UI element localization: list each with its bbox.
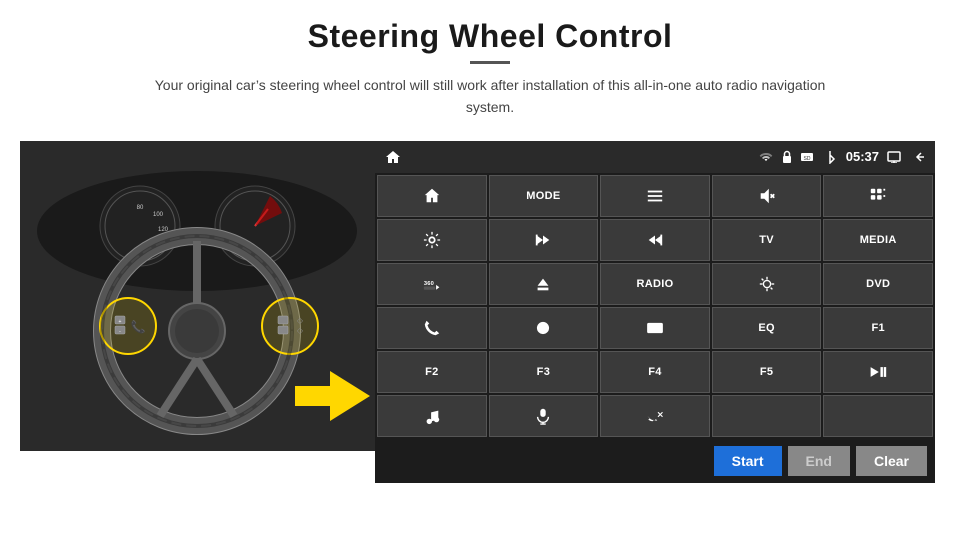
end-button[interactable]: End: [788, 446, 850, 476]
btn-prev[interactable]: [489, 219, 599, 261]
btn-empty1: [712, 395, 822, 437]
btn-tv[interactable]: TV: [712, 219, 822, 261]
btn-mic[interactable]: [489, 395, 599, 437]
back-icon: [911, 150, 925, 164]
btn-360[interactable]: 360: [377, 263, 487, 305]
btn-dvd[interactable]: DVD: [823, 263, 933, 305]
btn-mute[interactable]: [712, 175, 822, 217]
svg-text:80: 80: [137, 205, 144, 211]
svg-text:◇: ◇: [297, 316, 304, 325]
btn-apps[interactable]: [823, 175, 933, 217]
bluetooth-icon: [822, 150, 838, 164]
action-bar: Start End Clear: [375, 439, 935, 483]
svg-text:SD: SD: [803, 156, 810, 162]
btn-call-end[interactable]: [600, 395, 710, 437]
svg-text:◇: ◇: [297, 326, 304, 335]
svg-text:+: +: [119, 319, 122, 325]
status-bar-left: [385, 150, 401, 164]
page-title: Steering Wheel Control: [130, 18, 850, 55]
subtitle-text: Your original car’s steering wheel contr…: [130, 74, 850, 119]
svg-text:360: 360: [424, 281, 434, 287]
btn-mode[interactable]: MODE: [489, 175, 599, 217]
btn-eject[interactable]: [489, 263, 599, 305]
status-bar-right: SD 05:37: [758, 149, 925, 164]
btn-next[interactable]: [600, 219, 710, 261]
svg-text:📞: 📞: [131, 319, 146, 334]
lock-icon: [782, 150, 792, 164]
btn-f2[interactable]: F2: [377, 351, 487, 393]
start-button[interactable]: Start: [714, 446, 782, 476]
btn-swipe[interactable]: [489, 307, 599, 349]
btn-brightness[interactable]: [712, 263, 822, 305]
svg-text:100: 100: [153, 212, 164, 218]
control-panel: SD 05:37: [375, 141, 935, 483]
btn-f1[interactable]: F1: [823, 307, 933, 349]
btn-phone[interactable]: [377, 307, 487, 349]
btn-settings[interactable]: [377, 219, 487, 261]
btn-music[interactable]: [377, 395, 487, 437]
title-divider: [470, 61, 510, 64]
title-section: Steering Wheel Control Your original car…: [130, 18, 850, 119]
status-time: 05:37: [846, 149, 879, 164]
button-grid: MODE: [375, 173, 935, 439]
btn-empty2: [823, 395, 933, 437]
wheel-image: 80 100 120: [20, 141, 375, 451]
btn-list[interactable]: [600, 175, 710, 217]
btn-f3[interactable]: F3: [489, 351, 599, 393]
btn-eq[interactable]: EQ: [712, 307, 822, 349]
home-status-icon: [385, 150, 401, 164]
btn-playpause[interactable]: [823, 351, 933, 393]
btn-home[interactable]: [377, 175, 487, 217]
btn-f4[interactable]: F4: [600, 351, 710, 393]
content-area: 80 100 120: [20, 141, 960, 483]
btn-radio[interactable]: RADIO: [600, 263, 710, 305]
sd-icon: SD: [800, 152, 814, 162]
btn-rect[interactable]: [600, 307, 710, 349]
btn-media[interactable]: MEDIA: [823, 219, 933, 261]
page-wrapper: Steering Wheel Control Your original car…: [0, 0, 980, 544]
wifi-icon: [758, 151, 774, 163]
clear-button[interactable]: Clear: [856, 446, 927, 476]
btn-f5[interactable]: F5: [712, 351, 822, 393]
status-bar: SD 05:37: [375, 141, 935, 173]
screen-icon: [887, 151, 903, 163]
